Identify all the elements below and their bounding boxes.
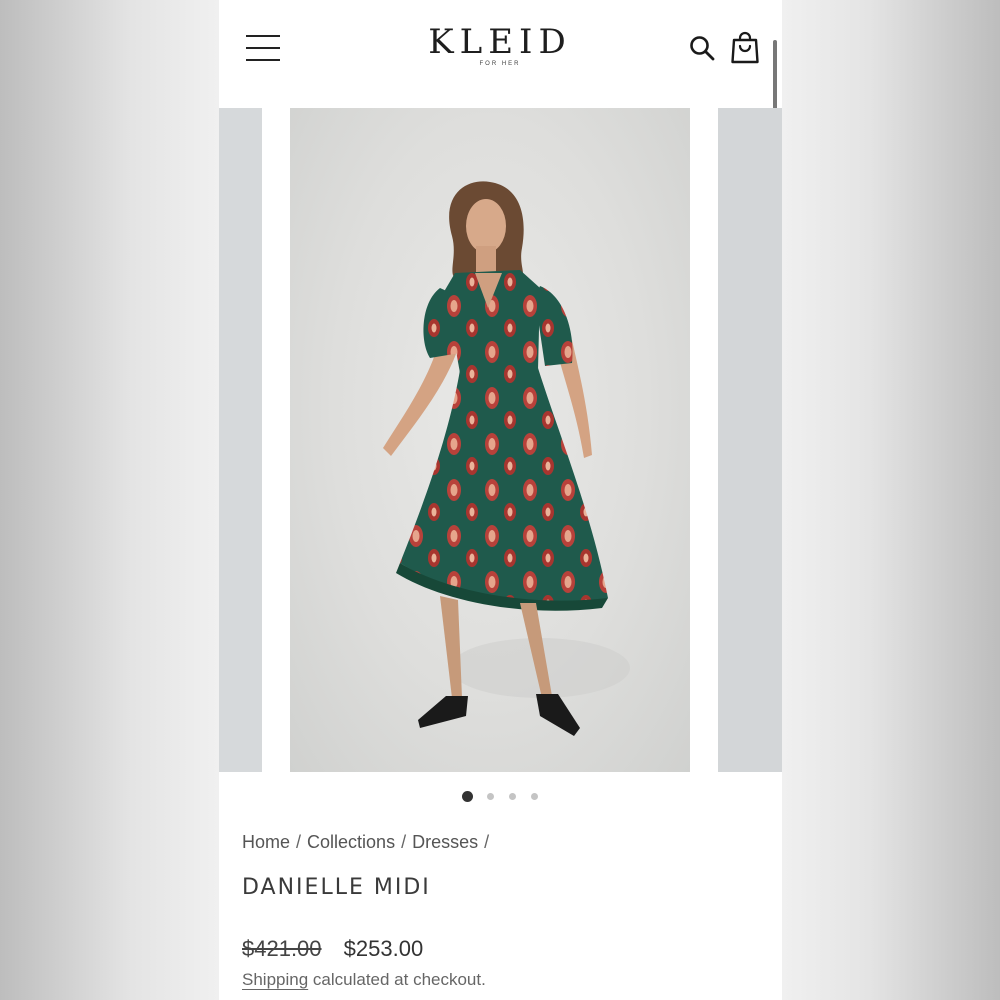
hamburger-menu-icon[interactable] [246, 35, 280, 61]
background-blur-right [782, 0, 1000, 1000]
slide-indicator [219, 790, 782, 804]
breadcrumb-collections[interactable]: Collections [307, 832, 395, 852]
product-title: DANIELLE MIDI [242, 875, 431, 900]
slide-dot-3[interactable] [509, 793, 516, 800]
slide-dot-2[interactable] [487, 793, 494, 800]
breadcrumb-separator: / [401, 832, 407, 852]
original-price: $421.00 [242, 936, 322, 961]
shopping-bag-icon[interactable] [729, 31, 761, 65]
breadcrumb-separator: / [484, 832, 490, 852]
sale-price: $253.00 [343, 936, 424, 961]
shipping-note-text: calculated at checkout. [308, 970, 486, 989]
breadcrumb-dresses[interactable]: Dresses [412, 832, 478, 852]
site-header: KLEID FOR HER [219, 0, 782, 392]
next-slide-peek[interactable] [718, 108, 782, 772]
dress-model-illustration [383, 181, 630, 736]
background-blur-left [0, 0, 219, 1000]
previous-slide-peek[interactable] [219, 108, 262, 772]
breadcrumb-separator: / [296, 832, 302, 852]
price-row: $421.00 $253.00 [242, 936, 423, 962]
shipping-link[interactable]: Shipping [242, 970, 308, 989]
breadcrumb: Home / Collections / Dresses / [242, 832, 495, 853]
search-icon[interactable] [688, 34, 716, 62]
shipping-note: Shipping calculated at checkout. [242, 970, 486, 990]
brand-name: KLEID [428, 22, 572, 62]
product-gallery[interactable] [219, 108, 782, 772]
brand-logo[interactable]: KLEID FOR HER [400, 22, 600, 67]
slide-dot-4[interactable] [531, 793, 538, 800]
mobile-page: KLEID FOR HER Home / Collections / Dress… [219, 0, 782, 1000]
product-image[interactable] [290, 108, 690, 772]
breadcrumb-home[interactable]: Home [242, 832, 290, 852]
slide-dot-1[interactable] [462, 791, 473, 802]
